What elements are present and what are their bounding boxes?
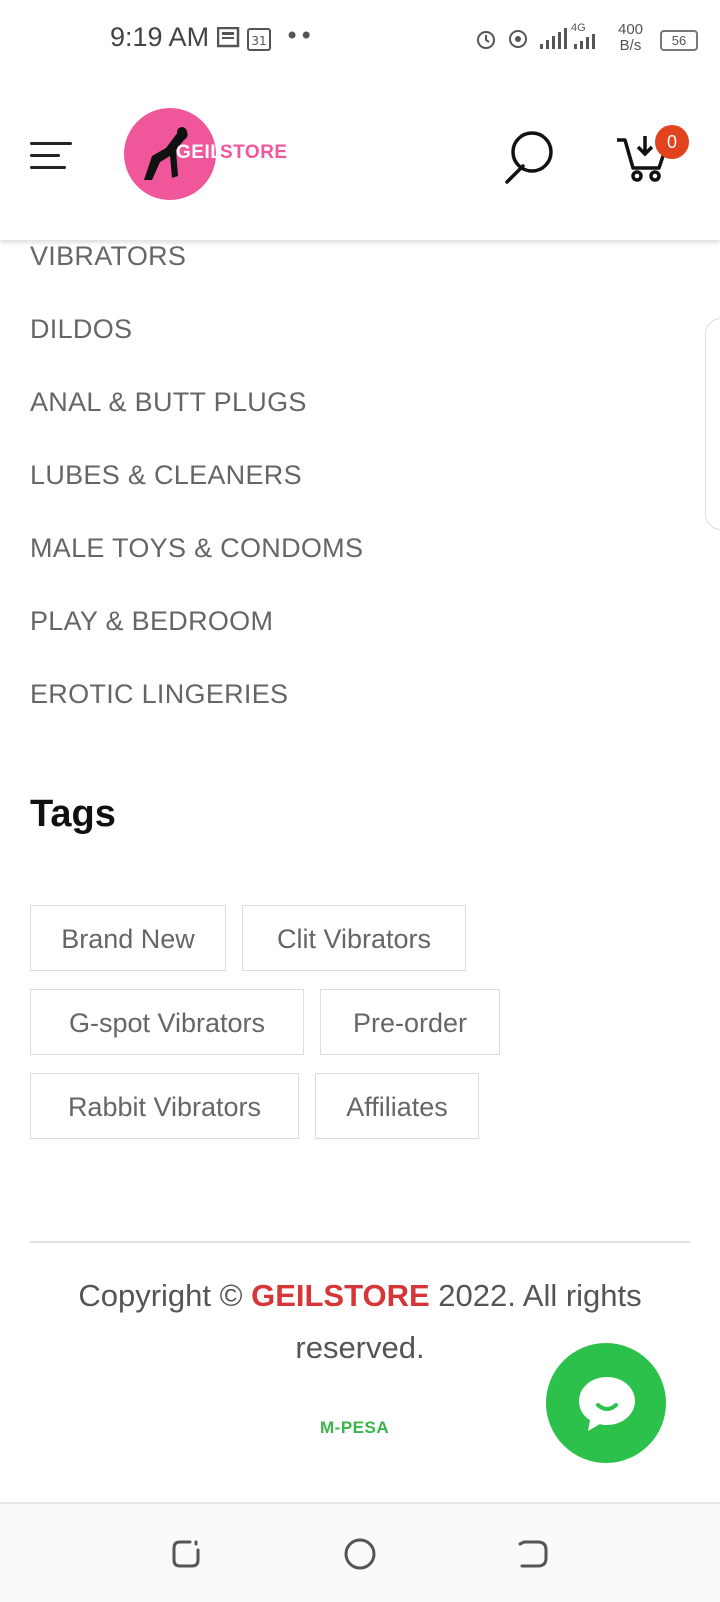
network-type: 4G	[571, 22, 586, 34]
category-item[interactable]: ANAL & BUTT PLUGS	[30, 384, 363, 457]
svg-text:31: 31	[251, 34, 266, 48]
back-icon[interactable]	[514, 1534, 554, 1574]
category-item[interactable]: EROTIC LINGERIES	[30, 676, 363, 749]
status-bar: 9:19 AM 31 •• 4G 400 B/s 56	[0, 0, 720, 80]
category-item[interactable]: PLAY & BEDROOM	[30, 603, 363, 676]
chat-bubble-icon	[579, 1377, 635, 1431]
signal-icon-2	[574, 34, 595, 49]
calendar-icon: 31	[247, 28, 271, 51]
logo-text-geil: GEIL	[176, 142, 223, 163]
store-logo[interactable]: GEIL STORE	[124, 108, 287, 200]
category-item[interactable]: LUBES & CLEANERS	[30, 457, 363, 530]
network-speed: 400 B/s	[618, 21, 644, 54]
system-nav-bar	[0, 1502, 720, 1602]
cart-count-badge: 0	[655, 125, 689, 159]
logo-text-store: STORE	[220, 142, 288, 163]
category-item[interactable]: DILDOS	[30, 311, 363, 384]
recent-apps-icon[interactable]	[166, 1534, 206, 1574]
category-list: VIBRATORS DILDOS ANAL & BUTT PLUGS LUBES…	[30, 238, 363, 749]
news-icon	[217, 27, 240, 48]
signal-icon	[540, 28, 567, 49]
search-icon	[505, 131, 553, 184]
tag-rabbit-vibrators[interactable]: Rabbit Vibrators	[30, 1073, 299, 1139]
side-drawer-handle[interactable]	[705, 318, 720, 530]
status-time: 9:19 AM	[110, 22, 210, 52]
category-item[interactable]: VIBRATORS	[30, 238, 363, 311]
search-button[interactable]	[505, 128, 565, 188]
home-icon[interactable]	[340, 1534, 380, 1574]
tag-pre-order[interactable]: Pre-order	[320, 989, 500, 1055]
tag-g-spot-vibrators[interactable]: G-spot Vibrators	[30, 989, 304, 1055]
tags-heading: Tags	[30, 793, 116, 835]
notification-dots: ••	[285, 22, 314, 50]
battery-icon: 56	[660, 30, 698, 51]
tag-brand-new[interactable]: Brand New	[30, 905, 226, 971]
alarm-icon	[477, 31, 495, 49]
copyright-brand-link[interactable]: GEILSTORE	[251, 1278, 430, 1313]
tag-clit-vibrators[interactable]: Clit Vibrators	[242, 905, 466, 971]
footer-divider	[30, 1241, 690, 1243]
menu-icon[interactable]	[30, 142, 72, 176]
site-header: GEIL STORE 0	[0, 80, 720, 240]
category-item[interactable]: MALE TOYS & CONDOMS	[30, 530, 363, 603]
chat-button[interactable]	[546, 1343, 666, 1463]
hotspot-icon	[509, 30, 527, 48]
mpesa-logo: M-PESA	[320, 1418, 390, 1437]
tag-affiliates[interactable]: Affiliates	[315, 1073, 479, 1139]
